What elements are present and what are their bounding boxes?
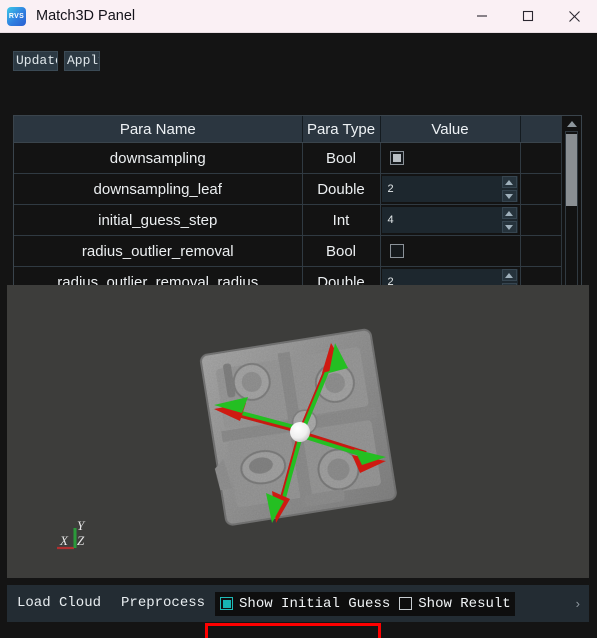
close-icon[interactable] bbox=[551, 0, 597, 33]
maximize-icon[interactable] bbox=[505, 0, 551, 33]
show-result-label: Show Result bbox=[418, 595, 511, 612]
spinner-up-icon[interactable] bbox=[501, 207, 517, 219]
axis-label-y: Y bbox=[77, 518, 85, 533]
checkbox-indicator-show-result[interactable] bbox=[399, 597, 413, 610]
spinner-downsampling-leaf[interactable] bbox=[501, 176, 517, 202]
cell-para-type: Double bbox=[302, 173, 381, 205]
cell-value[interactable] bbox=[380, 235, 521, 267]
value-text: 4 bbox=[387, 214, 394, 226]
update-button[interactable]: Update bbox=[13, 51, 58, 71]
preprocess-button[interactable]: Preprocess bbox=[111, 585, 215, 622]
window-controls bbox=[459, 0, 597, 33]
toolbar: Update Apply bbox=[13, 51, 100, 71]
cell-value[interactable]: 2 bbox=[380, 173, 521, 205]
annotation-highlight-box bbox=[205, 623, 381, 638]
value-control[interactable]: 4 bbox=[381, 207, 518, 233]
match3d-panel-window: RVS Match3D Panel Update Apply bbox=[0, 0, 597, 638]
title-bar: RVS Match3D Panel bbox=[0, 0, 597, 33]
table-row[interactable]: initial_guess_step Int 4 bbox=[14, 204, 563, 236]
spinner-down-icon[interactable] bbox=[501, 221, 517, 233]
checkbox-radius-outlier-removal[interactable] bbox=[389, 244, 404, 258]
column-header-para-name[interactable]: Para Name bbox=[14, 116, 303, 143]
rvs-app-icon-text: RVS bbox=[8, 12, 25, 20]
value-control bbox=[382, 238, 518, 264]
spinner-initial-guess-step[interactable] bbox=[501, 207, 517, 233]
window-title: Match3D Panel bbox=[36, 8, 136, 24]
value-control bbox=[382, 145, 518, 171]
rvs-app-icon: RVS bbox=[7, 6, 26, 26]
value-control[interactable]: 2 bbox=[381, 176, 518, 202]
apply-button[interactable]: Apply bbox=[64, 51, 100, 71]
bottom-action-bar: Load Cloud Preprocess Show Initial Guess… bbox=[7, 585, 589, 622]
value-text: 2 bbox=[387, 183, 394, 195]
axis-label-z: Z bbox=[77, 533, 85, 548]
cell-para-type: Bool bbox=[302, 235, 381, 267]
show-initial-guess-label: Show Initial Guess bbox=[239, 595, 391, 612]
axis-orientation-gizmo: X Y Z bbox=[51, 516, 97, 556]
cell-para-type: Int bbox=[302, 204, 381, 236]
show-result-checkbox[interactable]: Show Result bbox=[394, 591, 515, 616]
column-header-filler bbox=[520, 116, 562, 143]
cell-para-type: Bool bbox=[302, 142, 381, 174]
cell-value[interactable]: 4 bbox=[380, 204, 521, 236]
scroll-up-icon[interactable] bbox=[562, 116, 581, 131]
axis-origin-sphere bbox=[290, 421, 310, 442]
spinner-up-icon[interactable] bbox=[501, 176, 517, 188]
cell-para-name: downsampling bbox=[14, 142, 303, 174]
column-header-value[interactable]: Value bbox=[380, 116, 521, 143]
cell-para-name: radius_outlier_removal bbox=[14, 235, 303, 267]
point-cloud-render bbox=[200, 328, 397, 526]
show-initial-guess-checkbox[interactable]: Show Initial Guess bbox=[215, 591, 395, 616]
scrollbar-thumb[interactable] bbox=[566, 134, 577, 206]
checkbox-indicator-initial-guess[interactable] bbox=[220, 597, 234, 610]
cell-value[interactable] bbox=[380, 142, 521, 174]
cell-filler bbox=[520, 142, 563, 174]
axis-label-x: X bbox=[60, 533, 68, 548]
load-cloud-button[interactable]: Load Cloud bbox=[7, 585, 111, 622]
parameter-table: Para Name Para Type Value downsampling B… bbox=[13, 115, 582, 303]
minimize-icon[interactable] bbox=[459, 0, 505, 33]
column-header-para-type[interactable]: Para Type bbox=[302, 116, 381, 143]
table-row[interactable]: radius_outlier_removal Bool bbox=[14, 235, 563, 267]
cell-filler bbox=[520, 204, 563, 236]
panel-body: Update Apply Para Name Para Type Value d… bbox=[0, 33, 597, 638]
cell-para-name: downsampling_leaf bbox=[14, 173, 303, 205]
point-cloud-viewport[interactable]: X Y Z bbox=[7, 285, 589, 578]
cell-filler bbox=[520, 235, 563, 267]
table-header-row: Para Name Para Type Value bbox=[14, 116, 562, 143]
axis-gizmo-lines bbox=[57, 528, 77, 550]
checkbox-downsampling[interactable] bbox=[389, 151, 404, 165]
table-row[interactable]: downsampling Bool bbox=[14, 142, 563, 174]
overflow-chevron-icon[interactable]: › bbox=[576, 596, 589, 611]
cell-para-name: initial_guess_step bbox=[14, 204, 303, 236]
spinner-down-icon[interactable] bbox=[501, 190, 517, 202]
spinner-up-icon[interactable] bbox=[501, 269, 517, 281]
cell-filler bbox=[520, 173, 563, 205]
table-vertical-scrollbar[interactable] bbox=[561, 116, 581, 302]
table-row[interactable]: downsampling_leaf Double 2 bbox=[14, 173, 563, 205]
parameter-table-grid: Para Name Para Type Value downsampling B… bbox=[14, 116, 563, 302]
